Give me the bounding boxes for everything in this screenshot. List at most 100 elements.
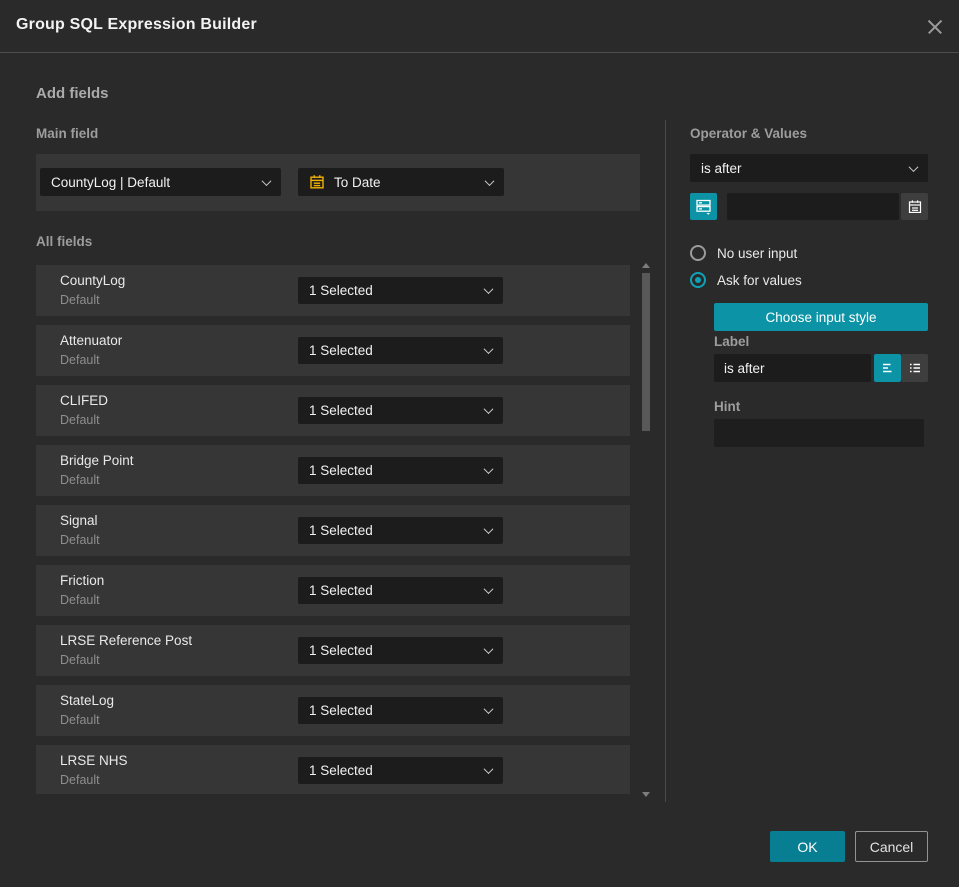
align-left-lines-icon (880, 360, 896, 376)
value-input[interactable] (727, 193, 899, 220)
field-row: Bridge Point Default 1 Selected (36, 445, 630, 496)
selected-count: 1 Selected (309, 643, 373, 658)
field-name: Bridge Point (60, 453, 134, 468)
field-sublabel: Default (60, 533, 100, 547)
calendar-icon (907, 199, 923, 215)
main-field-panel: CountyLog | Default To Date (36, 154, 640, 211)
choose-input-style-button[interactable]: Choose input style (714, 303, 928, 331)
main-field-select[interactable]: CountyLog | Default (40, 168, 281, 196)
field-row: CountyLog Default 1 Selected (36, 265, 630, 316)
field-selected-dropdown[interactable]: 1 Selected (298, 277, 503, 304)
ok-button[interactable]: OK (770, 831, 845, 862)
label-input[interactable] (714, 354, 871, 382)
all-fields-label: All fields (36, 234, 93, 249)
field-selected-dropdown[interactable]: 1 Selected (298, 517, 503, 544)
selected-count: 1 Selected (309, 343, 373, 358)
field-sublabel: Default (60, 593, 100, 607)
field-name: LRSE NHS (60, 753, 128, 768)
radio-no-user-input[interactable]: No user input (690, 245, 797, 261)
radio-button[interactable] (690, 272, 706, 288)
bulleted-list-icon (907, 360, 923, 376)
selected-count: 1 Selected (309, 463, 373, 478)
field-selected-dropdown[interactable]: 1 Selected (298, 697, 503, 724)
field-name: CLIFED (60, 393, 109, 408)
field-row: StateLog Default 1 Selected (36, 685, 630, 736)
field-name: Signal (60, 513, 98, 528)
fields-scrollbar[interactable] (641, 259, 651, 801)
field-sublabel: Default (60, 293, 100, 307)
selected-count: 1 Selected (309, 283, 373, 298)
field-sublabel: Default (60, 413, 100, 427)
field-selected-dropdown[interactable]: 1 Selected (298, 397, 503, 424)
hint-input[interactable] (714, 419, 924, 447)
field-selected-dropdown[interactable]: 1 Selected (298, 577, 503, 604)
field-name: Friction (60, 573, 105, 588)
add-fields-heading: Add fields (36, 85, 109, 102)
field-selected-dropdown[interactable]: 1 Selected (298, 637, 503, 664)
field-row: Signal Default 1 Selected (36, 505, 630, 556)
calendar-icon (309, 174, 325, 190)
chevron-down-icon (261, 175, 272, 186)
hint-field-label: Hint (714, 399, 741, 414)
stacked-values-icon (695, 198, 712, 215)
field-sublabel: Default (60, 353, 100, 367)
field-name: StateLog (60, 693, 115, 708)
radio-button[interactable] (690, 245, 706, 261)
selected-count: 1 Selected (309, 403, 373, 418)
value-mode-toggle-button[interactable] (690, 193, 717, 220)
chevron-down-icon (483, 704, 494, 715)
selected-count: 1 Selected (309, 763, 373, 778)
chevron-down-icon (483, 644, 494, 655)
operator-select[interactable]: is after (690, 154, 928, 182)
field-name: Attenuator (60, 333, 123, 348)
chevron-down-icon (483, 464, 494, 475)
chevron-down-icon (483, 344, 494, 355)
date-mode-select-value: To Date (334, 174, 381, 190)
selected-count: 1 Selected (309, 703, 373, 718)
date-picker-button[interactable] (901, 193, 928, 220)
dialog-title: Group SQL Expression Builder (16, 16, 257, 33)
field-name: LRSE Reference Post (60, 633, 193, 648)
field-row: LRSE Reference Post Default 1 Selected (36, 625, 630, 676)
field-row: Friction Default 1 Selected (36, 565, 630, 616)
radio-ask-for-values[interactable]: Ask for values (690, 272, 802, 288)
cancel-button[interactable]: Cancel (855, 831, 928, 862)
main-field-label: Main field (36, 126, 99, 141)
selected-count: 1 Selected (309, 583, 373, 598)
scroll-up-arrow-icon[interactable] (642, 263, 650, 268)
selected-count: 1 Selected (309, 523, 373, 538)
field-sublabel: Default (60, 653, 100, 667)
field-sublabel: Default (60, 713, 100, 727)
dialog-header: Group SQL Expression Builder (0, 0, 959, 53)
chevron-down-icon (484, 175, 495, 186)
field-row: LRSE NHS Default 1 Selected (36, 745, 630, 794)
field-name: CountyLog (60, 273, 126, 288)
single-line-style-button[interactable] (874, 354, 901, 382)
field-sublabel: Default (60, 773, 100, 787)
label-field-label: Label (714, 334, 750, 349)
chevron-down-icon (908, 161, 919, 172)
operator-values-heading: Operator & Values (690, 126, 808, 141)
group-sql-expression-builder-dialog: Group SQL Expression Builder Add fields … (0, 0, 959, 887)
radio-label: No user input (717, 245, 798, 261)
field-row: CLIFED Default 1 Selected (36, 385, 630, 436)
field-row: Attenuator Default 1 Selected (36, 325, 630, 376)
chevron-down-icon (483, 584, 494, 595)
field-sublabel: Default (60, 473, 100, 487)
operator-select-value: is after (701, 160, 742, 176)
main-field-select-value: CountyLog | Default (51, 174, 171, 190)
field-selected-dropdown[interactable]: 1 Selected (298, 757, 503, 784)
scroll-down-arrow-icon[interactable] (642, 792, 650, 797)
date-mode-select[interactable]: To Date (298, 168, 504, 196)
field-selected-dropdown[interactable]: 1 Selected (298, 337, 503, 364)
field-selected-dropdown[interactable]: 1 Selected (298, 457, 503, 484)
chevron-down-icon (483, 764, 494, 775)
radio-label: Ask for values (717, 272, 802, 288)
chevron-down-icon (483, 524, 494, 535)
vertical-divider (665, 120, 666, 802)
close-icon[interactable] (925, 17, 945, 37)
list-style-button[interactable] (901, 354, 928, 382)
scrollbar-thumb[interactable] (642, 273, 650, 431)
chevron-down-icon (483, 404, 494, 415)
chevron-down-icon (483, 284, 494, 295)
